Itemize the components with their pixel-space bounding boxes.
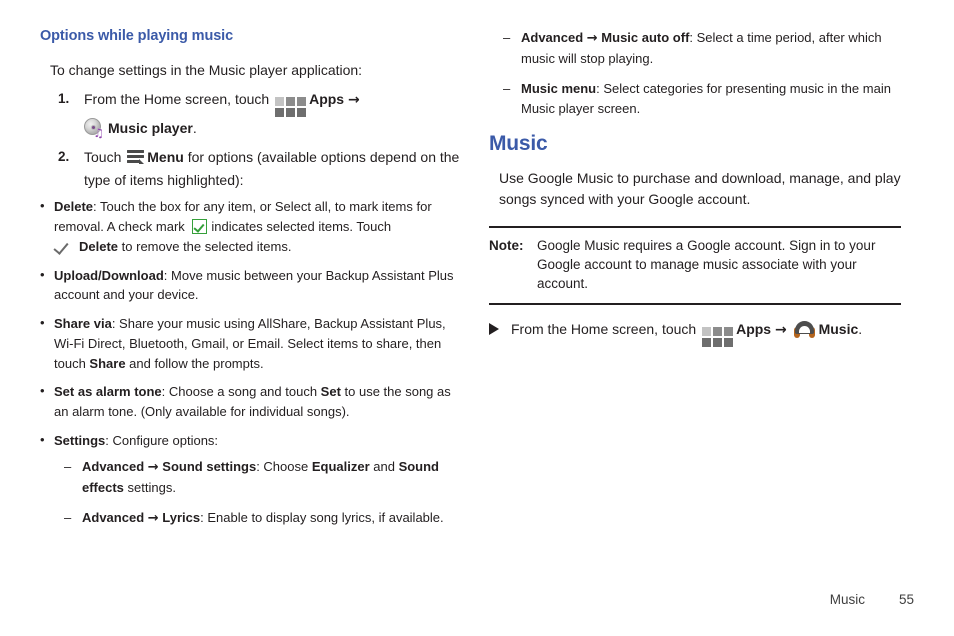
bullet-term: Set as alarm tone [54,384,162,400]
bullet-term: Upload/Download [54,267,164,283]
sub-term-a: Advanced [521,30,584,45]
bullet-dot: • [40,383,45,399]
music-player-label: Music player [108,120,193,137]
sub-term-b: Sound settings [162,458,257,474]
dash-bullet: – [503,30,511,45]
left-column: Options while playing music To change se… [40,28,465,539]
arrow-glyph: → [774,322,787,339]
triangle-bullet-icon [489,323,499,336]
headphones-icon [793,321,815,339]
bullet-term-2: Share [89,355,126,371]
right-column: – Advanced → Music auto off: Select a ti… [489,28,901,348]
sub-text-a: : Enable to display song lyrics, if avai… [200,509,444,525]
section-heading: Options while playing music [40,28,234,44]
list-item: – Music menu: Select categories for pres… [503,79,901,119]
note-block: Note: Google Music requires a Google acc… [489,225,901,306]
settings-sub-list: – Advanced → Sound settings: Choose Equa… [64,457,465,529]
apps-grid-icon [702,327,734,348]
footer-page-number: 55 [898,592,914,607]
bullet-text-3: and follow the prompts. [125,355,264,371]
sub-text-b: and [369,458,399,474]
menu-label: Menu [147,148,184,165]
dash-bullet: – [64,458,72,474]
checkbox-checked-icon [192,219,208,235]
bullet-term-2: Set [320,384,341,400]
step-number: 1. [58,91,70,107]
intro-paragraph: Use Google Music to purchase and downloa… [499,169,901,207]
numbered-steps-list: 1. From the Home screen, touch Apps → ♫ M… [40,88,465,191]
sub-list-wrapper: – Advanced → Sound settings: Choose Equa… [64,457,465,529]
page-footer: Music 55 [0,592,914,607]
bullet-text-2: indicates selected items. Touch [211,219,392,235]
list-item: • Set as alarm tone: Choose a song and t… [40,382,465,422]
menu-icon [127,149,145,164]
bullet-text: : Configure options: [105,432,219,448]
sub-term-a: Advanced [82,458,145,474]
bullet-term-2: Delete [79,238,119,254]
arrow-glyph: → [147,459,159,475]
step-number: 2. [58,148,70,164]
dash-bullet: – [64,509,72,525]
sub-term-a: Music menu [521,81,597,97]
bullet-dot: • [40,431,45,447]
sub-term-b: Music auto off [601,30,690,45]
list-item: 2. Touch Menu for options (available opt… [40,146,465,191]
list-item: – Advanced → Music auto off: Select a ti… [503,28,901,69]
list-item: 1. From the Home screen, touch Apps → ♫ M… [40,88,465,140]
sub-term-b: Lyrics [162,509,201,525]
list-item: • Delete: Touch the box for any item, or… [40,197,465,256]
options-bullet-list: • Delete: Touch the box for any item, or… [40,197,465,529]
bullet-term: Settings [54,432,106,448]
footer-section-name: Music [829,592,865,607]
note-inner: Note: Google Music requires a Google acc… [489,236,901,293]
bullet-term: Delete [54,199,94,215]
arrow-glyph: → [586,31,598,46]
list-item: – Advanced → Sound settings: Choose Equa… [64,457,465,498]
page-title: Music [489,131,548,155]
bullet-dot: • [40,266,45,282]
check-mark-icon [54,240,74,254]
bullet-text: : Choose a song and touch [161,384,321,400]
document-page: Options while playing music To change se… [0,0,954,636]
note-text: Google Music requires a Google account. … [537,237,876,291]
bullet-dot: • [40,198,45,214]
apps-label: Apps [736,321,772,338]
bullet-dot: • [40,315,45,331]
list-item: • Settings: Configure options: – Advance… [40,431,465,529]
step-text-pre: Touch [84,148,122,165]
period: . [858,321,863,338]
music-player-disc-icon: ♫ [84,118,104,139]
dash-bullet: – [503,81,511,97]
action-step: From the Home screen, touch Apps → Music… [489,319,901,348]
lead-paragraph: To change settings in the Music player a… [50,62,363,78]
sub-text-c: settings. [123,479,176,495]
list-item: • Share via: Share your music using AllS… [40,314,465,373]
arrow-glyph: → [347,92,360,109]
period: . [192,120,197,137]
continued-sub-list-wrapper: – Advanced → Music auto off: Select a ti… [503,28,901,120]
list-item: • Upload/Download: Move music between yo… [40,266,465,306]
bullet-term: Share via [54,316,112,332]
music-label: Music [818,321,859,338]
sub-term-c: Equalizer [311,458,370,474]
bullet-text-3: to remove the selected items. [121,238,292,254]
list-item: – Advanced → Lyrics: Enable to display s… [64,508,465,529]
note-label: Note: [489,237,524,253]
sub-term-a: Advanced [82,509,145,525]
apps-label: Apps [309,91,345,108]
action-text-pre: From the Home screen, touch [511,321,697,338]
sub-text-a: : Choose [256,458,312,474]
arrow-glyph: → [147,510,159,526]
step-text-pre: From the Home screen, touch [84,91,270,108]
apps-grid-icon [275,97,307,118]
settings-sub-list-continued: – Advanced → Music auto off: Select a ti… [503,28,901,120]
